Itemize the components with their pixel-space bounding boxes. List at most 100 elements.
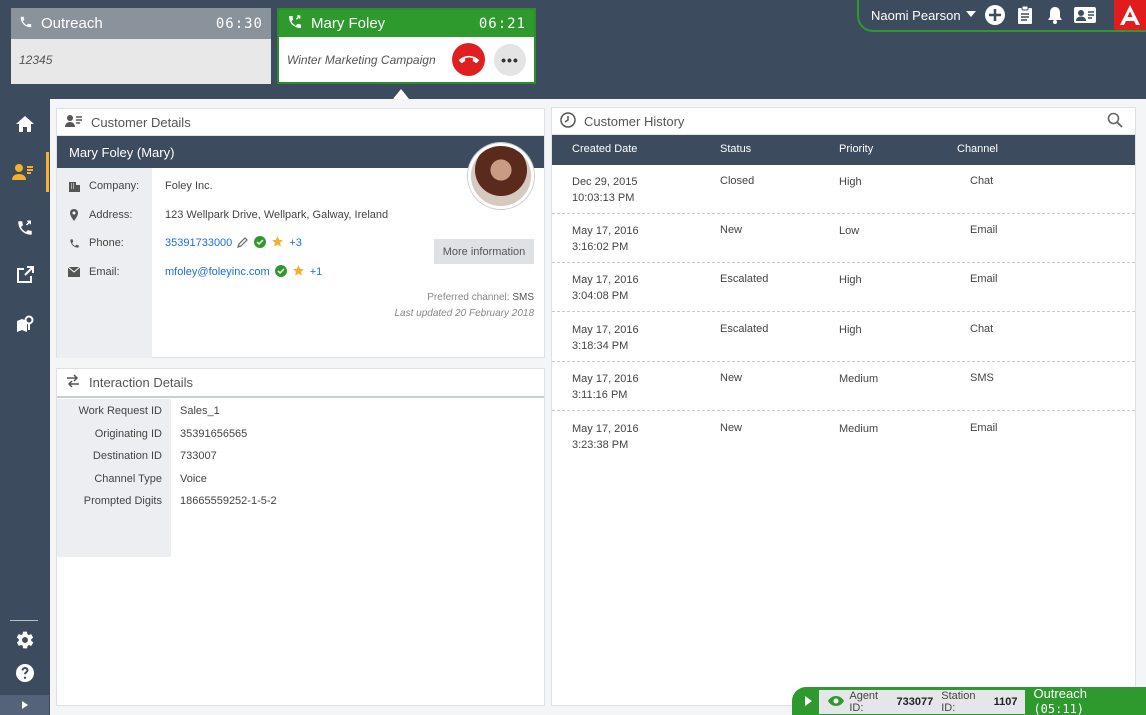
external-link-icon	[16, 266, 34, 283]
table-row[interactable]: May 17, 2016 3:11:16 PM New Medium SMS	[552, 362, 1135, 411]
created-date: May 17, 2016 3:11:16 PM	[572, 371, 639, 403]
table-row[interactable]: May 17, 2016 3:16:02 PM New Low Email	[552, 214, 1135, 263]
pencil-icon[interactable]	[237, 236, 249, 251]
interaction-row: Work Request ID Sales_1	[57, 401, 537, 421]
star-icon[interactable]	[292, 264, 305, 280]
priority-cell: Medium	[839, 423, 879, 435]
call-card-outreach[interactable]: Outreach 06:30 12345	[11, 8, 271, 84]
call-name: Mary Foley	[311, 15, 386, 32]
date-text: May 17, 2016	[572, 274, 639, 286]
hangup-button[interactable]	[452, 43, 485, 76]
nav-help[interactable]	[0, 653, 49, 693]
expand-nav-button[interactable]	[0, 695, 49, 715]
more-options-button[interactable]: •••	[494, 43, 526, 76]
email-label: Email:	[89, 266, 120, 278]
user-name[interactable]: Naomi Pearson	[871, 8, 961, 23]
row-value: Voice	[180, 473, 207, 485]
location-pin-icon	[59, 209, 89, 221]
call-timer: 06:30	[215, 15, 263, 32]
call-timer: 06:21	[478, 15, 526, 32]
priority-cell: High	[839, 274, 862, 286]
column-header[interactable]: Status	[720, 143, 751, 155]
column-header[interactable]: Created Date	[572, 143, 637, 155]
chevron-down-icon[interactable]	[965, 8, 977, 22]
created-date: May 17, 2016 3:23:38 PM	[572, 421, 639, 453]
eye-icon[interactable]	[827, 695, 845, 710]
channel-cell: Email	[970, 422, 998, 434]
brand-logo	[1114, 0, 1146, 30]
phone-label: Phone:	[89, 237, 124, 249]
time-text: 3:23:38 PM	[572, 439, 629, 451]
workspace: Customer Details Mary Foley (Mary) Compa…	[50, 99, 1146, 715]
add-icon[interactable]	[983, 3, 1007, 27]
email-extra-link[interactable]: +1	[310, 266, 323, 278]
column-header[interactable]: Priority	[839, 143, 873, 155]
table-row[interactable]: May 17, 2016 3:18:34 PM Escalated High Ch…	[552, 313, 1135, 362]
panel-title: Interaction Details	[89, 375, 194, 390]
email-link[interactable]: mfoley@foleyinc.com	[165, 266, 270, 278]
star-icon[interactable]	[271, 235, 284, 251]
avatar	[468, 143, 534, 209]
agent-id-label: Agent ID:	[849, 690, 879, 714]
preferred-channel-value: SMS	[512, 292, 534, 303]
nav-external[interactable]	[0, 255, 49, 295]
row-key: Channel Type	[94, 473, 162, 485]
left-navigation	[0, 100, 49, 715]
table-row[interactable]: Dec 29, 2015 10:03:13 PM Closed High Chat	[552, 165, 1135, 214]
clipboard-icon[interactable]	[1013, 3, 1037, 27]
agent-id-value: 733077	[896, 696, 934, 708]
panel-header: Customer History	[552, 108, 1135, 135]
history-table-header: Created Date Status Priority Channel	[552, 135, 1135, 165]
search-icon[interactable]	[1107, 112, 1123, 131]
date-text: May 17, 2016	[572, 225, 639, 237]
bell-icon[interactable]	[1043, 3, 1067, 27]
address-row: Address: 123 Wellpark Drive, Wellpark, G…	[57, 205, 388, 225]
phone-link[interactable]: 35391733000	[165, 237, 232, 249]
nav-map[interactable]	[0, 304, 49, 344]
channel-cell: Email	[970, 273, 998, 285]
more-information-button[interactable]: More information	[434, 239, 534, 264]
priority-cell: Low	[839, 225, 860, 237]
row-key: Work Request ID	[78, 405, 162, 417]
column-header[interactable]: Channel	[957, 143, 998, 155]
agent-mode[interactable]: Outreach (05:11)	[1025, 686, 1146, 715]
table-row[interactable]: May 17, 2016 3:23:38 PM New Medium Email	[552, 412, 1135, 461]
date-text: May 17, 2016	[572, 324, 639, 336]
phone-icon	[19, 15, 33, 32]
status-cell: New	[720, 372, 743, 384]
time-text: 3:04:08 PM	[572, 290, 629, 302]
time-text: 3:11:16 PM	[572, 389, 628, 401]
chevron-right-icon	[21, 701, 28, 709]
call-name: Outreach	[41, 15, 103, 32]
nav-calls[interactable]	[0, 208, 49, 248]
customer-details-panel: Customer Details Mary Foley (Mary) Compa…	[56, 108, 545, 358]
priority-cell: High	[839, 176, 862, 188]
mode-label: Outreach	[1033, 686, 1087, 701]
call-card-header: Mary Foley 06:21	[279, 10, 534, 37]
date-text: Dec 29, 2015	[572, 176, 638, 188]
date-text: May 17, 2016	[572, 373, 639, 385]
play-icon[interactable]	[798, 695, 819, 707]
interaction-row: Prompted Digits 18665559252-1-5-2	[57, 491, 537, 511]
time-text: 3:16:02 PM	[572, 241, 629, 253]
row-key: Originating ID	[94, 428, 162, 440]
phone-extra-link[interactable]: +3	[289, 237, 302, 249]
company-value: Foley Inc.	[165, 180, 213, 192]
nav-home[interactable]	[0, 104, 49, 144]
preferred-channel: Preferred channel: SMS	[427, 292, 534, 303]
customer-card-icon	[65, 114, 83, 131]
table-row[interactable]: May 17, 2016 3:04:08 PM Escalated High Em…	[552, 263, 1135, 312]
status-cell: New	[720, 422, 743, 434]
agent-info: Agent ID: 733077 Station ID: 1107	[819, 690, 1026, 714]
row-key: Destination ID	[92, 450, 162, 462]
panel-header: Interaction Details	[57, 369, 544, 398]
address-value: 123 Wellpark Drive, Wellpark, Galway, Ir…	[165, 209, 389, 221]
home-icon	[15, 116, 34, 132]
panel-title: Customer Details	[91, 114, 191, 130]
nav-customer[interactable]	[0, 152, 49, 192]
envelope-icon	[59, 267, 89, 277]
last-updated: Last updated 20 February 2018	[394, 308, 534, 319]
contact-card-icon[interactable]	[1073, 3, 1097, 27]
agent-status-bar: Agent ID: 733077 Station ID: 1107 Outrea…	[792, 686, 1146, 715]
call-card-active[interactable]: Mary Foley 06:21 Winter Marketing Campai…	[277, 8, 536, 84]
